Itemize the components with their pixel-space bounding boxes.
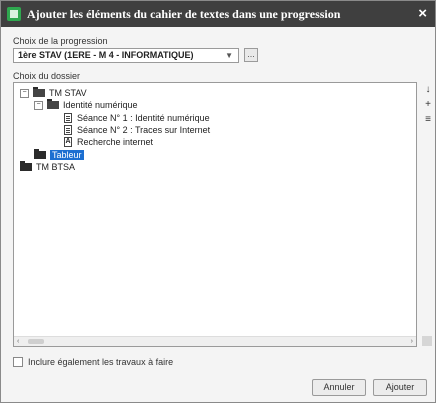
tree-node-seance-2[interactable]: Séance N° 2 : Traces sur Internet	[64, 124, 210, 136]
tree-node-label-selected: Tableur	[50, 150, 84, 160]
progression-label: Choix de la progression	[13, 36, 108, 46]
include-tasks-label: Inclure également les travaux à faire	[28, 357, 174, 367]
cancel-button[interactable]: Annuler	[312, 379, 366, 396]
progression-selected-value: 1ère STAV (1ERE - M 4 - INFORMATIQUE)	[18, 50, 194, 60]
title-bar: Ajouter les éléments du cahier de textes…	[1, 1, 435, 27]
progression-extra-button[interactable]: ...	[244, 48, 258, 62]
collapse-toggle-icon[interactable]: −	[20, 88, 29, 98]
add-folder-icon[interactable]: +	[422, 99, 434, 111]
progression-select[interactable]: 1ère STAV (1ERE - M 4 - INFORMATIQUE) ▼	[13, 48, 239, 63]
folder-icon	[34, 149, 46, 159]
move-down-icon[interactable]: ↓	[422, 84, 434, 96]
tree-node-label: Séance N° 2 : Traces sur Internet	[77, 125, 211, 135]
tree-node-label: Recherche internet	[77, 137, 154, 147]
tree-node-seance-1[interactable]: Séance N° 1 : Identité numérique	[64, 112, 210, 124]
include-tasks-checkbox[interactable]	[13, 357, 23, 367]
chevron-down-icon[interactable]: ▼	[225, 49, 233, 62]
dialog-window: Ajouter les éléments du cahier de textes…	[0, 0, 436, 403]
scroll-thumb[interactable]	[28, 339, 44, 344]
tree-node-label: TM STAV	[49, 88, 87, 98]
folder-tree[interactable]: − TM STAV − Identité numérique Séance N°…	[13, 82, 417, 347]
folder-icon	[33, 87, 45, 97]
tree-node-identite-numerique[interactable]: − Identité numérique	[34, 99, 138, 111]
tree-node-tm-btsa[interactable]: TM BTSA	[20, 161, 75, 173]
link-icon: A	[64, 137, 72, 147]
document-icon	[64, 113, 72, 123]
add-button[interactable]: Ajouter	[373, 379, 427, 396]
collapse-toggle-icon[interactable]: −	[34, 100, 43, 110]
include-tasks-option[interactable]: Inclure également les travaux à faire	[13, 357, 173, 367]
folder-icon	[20, 161, 32, 171]
menu-icon[interactable]: ≡	[422, 114, 434, 126]
tree-node-recherche-internet[interactable]: A Recherche internet	[64, 136, 153, 148]
close-icon[interactable]: ×	[418, 5, 427, 22]
folder-icon	[47, 99, 59, 109]
horizontal-scrollbar[interactable]: ‹ ›	[14, 336, 416, 346]
dialog-title: Ajouter les éléments du cahier de textes…	[27, 7, 341, 21]
dossier-label: Choix du dossier	[13, 71, 81, 81]
tree-node-tableur[interactable]: Tableur	[34, 149, 84, 161]
tree-node-label: Séance N° 1 : Identité numérique	[77, 113, 210, 123]
scrollbar-corner	[422, 336, 432, 346]
scroll-right-icon[interactable]: ›	[411, 337, 413, 346]
tree-node-tm-stav[interactable]: − TM STAV	[20, 87, 87, 99]
document-icon	[64, 125, 72, 135]
tree-node-label: Identité numérique	[63, 100, 138, 110]
scroll-left-icon[interactable]: ‹	[17, 337, 19, 346]
tree-node-label: TM BTSA	[36, 162, 76, 172]
app-icon	[7, 7, 21, 21]
